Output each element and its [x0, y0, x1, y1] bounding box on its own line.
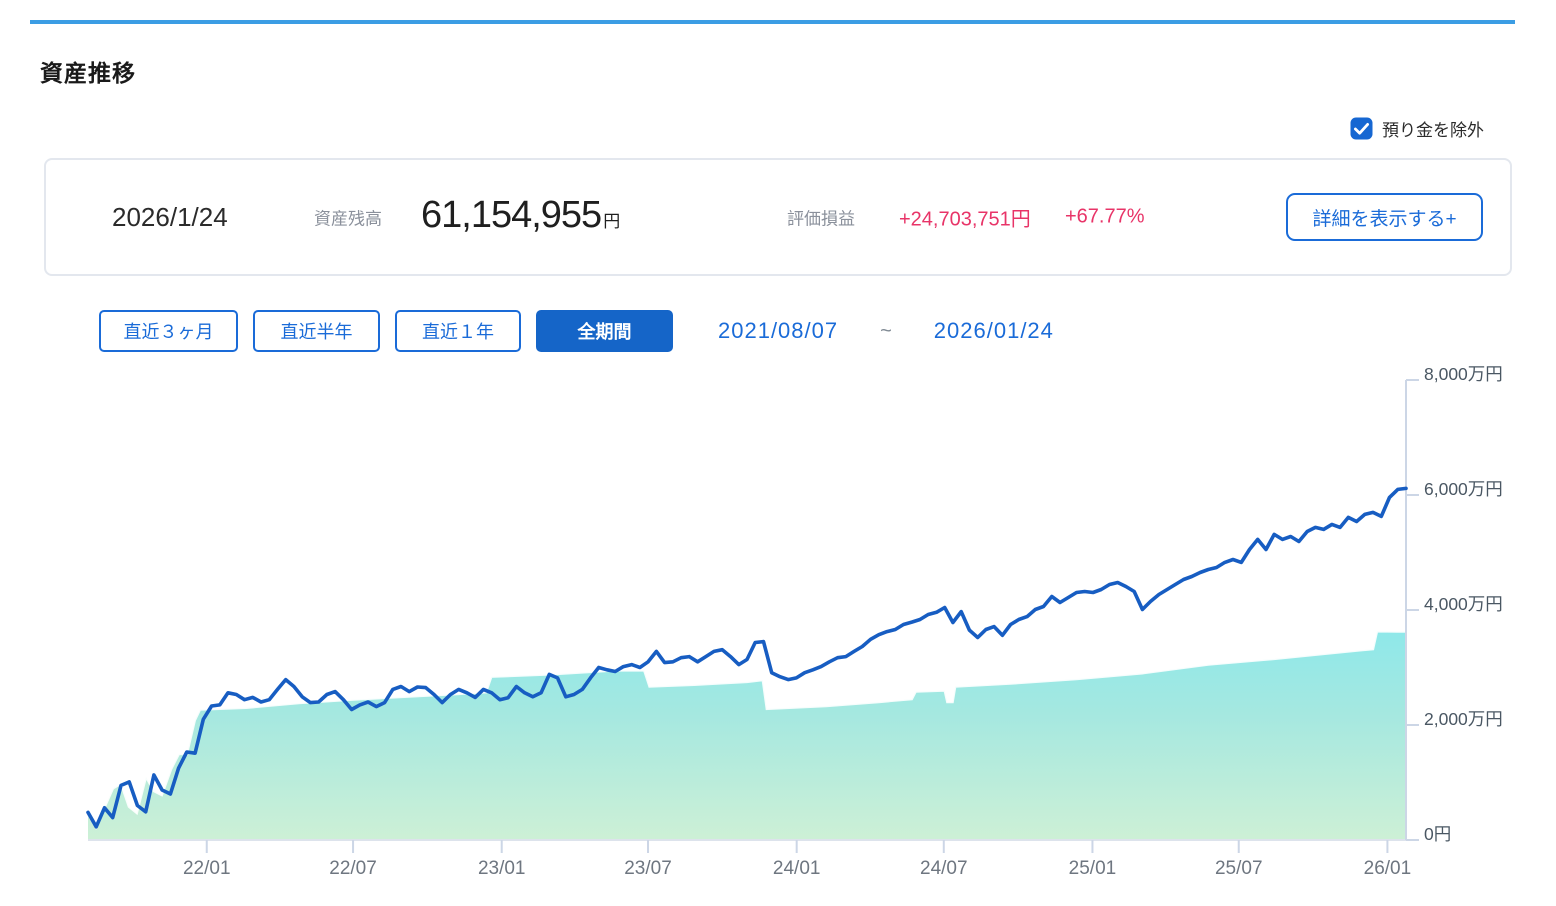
svg-text:6,000万円: 6,000万円	[1424, 479, 1503, 499]
svg-text:22/01: 22/01	[183, 858, 231, 879]
svg-text:22/07: 22/07	[329, 858, 377, 879]
svg-text:25/01: 25/01	[1069, 858, 1117, 879]
svg-text:26/01: 26/01	[1364, 858, 1412, 879]
svg-text:24/07: 24/07	[920, 858, 968, 879]
svg-text:8,000万円: 8,000万円	[1424, 364, 1503, 384]
svg-text:4,000万円: 4,000万円	[1424, 594, 1503, 614]
svg-text:24/01: 24/01	[773, 858, 821, 879]
svg-text:25/07: 25/07	[1215, 858, 1263, 879]
asset-trend-chart-canvas[interactable]: 0円 2,000万円 4,000万円 6,000万円 8,000万円 22/01 22/07…	[0, 0, 1556, 906]
svg-text:23/01: 23/01	[478, 858, 526, 879]
svg-text:23/07: 23/07	[624, 858, 672, 879]
svg-text:2,000万円: 2,000万円	[1424, 709, 1503, 729]
svg-text:0円: 0円	[1424, 824, 1451, 844]
asset-trend-chart[interactable]: 0円 2,000万円 4,000万円 6,000万円 8,000万円 22/01 22/07…	[0, 0, 1556, 906]
